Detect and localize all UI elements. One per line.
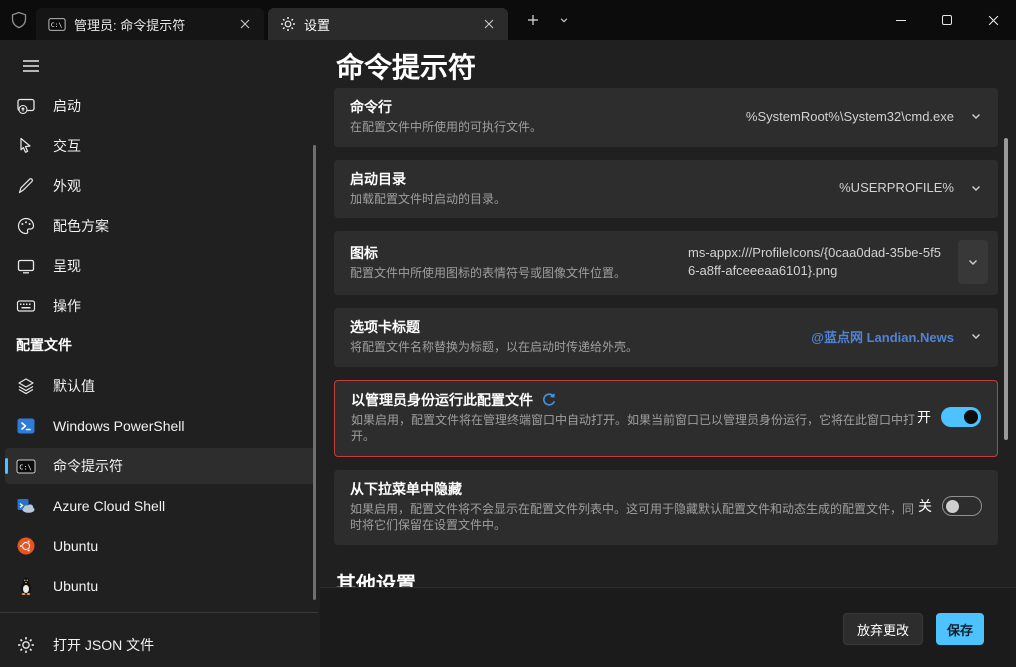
minimize-button[interactable] — [878, 0, 924, 40]
tab-dropdown-button[interactable] — [551, 0, 577, 40]
chevron-down-icon — [559, 15, 569, 25]
chevron-down-icon[interactable] — [970, 182, 982, 194]
page-title: 命令提示符 — [336, 46, 476, 86]
sidebar-item-actions[interactable]: 操作 — [5, 288, 315, 324]
gear-icon — [16, 636, 36, 654]
content-scrollbar[interactable] — [1004, 138, 1008, 440]
close-window-button[interactable] — [970, 0, 1016, 40]
starting-directory-value: %USERPROFILE% — [839, 180, 954, 195]
undo-reset-icon[interactable] — [541, 392, 556, 407]
tab-settings[interactable]: 设置 — [268, 8, 508, 40]
setting-row-command-line[interactable]: 命令行 在配置文件中所使用的可执行文件。 %SystemRoot%\System… — [334, 88, 998, 147]
cursor-icon — [16, 136, 36, 156]
new-tab-button[interactable] — [518, 0, 548, 40]
sidebar-item-windows-powershell[interactable]: Windows PowerShell — [5, 408, 315, 444]
powershell-icon — [16, 416, 36, 436]
settings-content: 命令提示符 命令行 在配置文件中所使用的可执行文件。 %SystemRoot%\… — [320, 40, 1016, 587]
tab-title-value: @蓝点网 Landian.News — [811, 327, 954, 346]
hide-from-dropdown-toggle[interactable] — [942, 496, 982, 516]
sidebar-item-color-schemes[interactable]: 配色方案 — [5, 208, 315, 244]
monitor-icon — [16, 256, 36, 276]
chevron-down-icon[interactable] — [970, 110, 982, 122]
sidebar-item-command-prompt[interactable]: C:\ 命令提示符 — [5, 448, 315, 484]
admin-shield-icon — [10, 11, 28, 34]
svg-text:C:\: C:\ — [19, 463, 32, 471]
setting-row-tab-title[interactable]: 选项卡标题 将配置文件名称替换为标题，以在启动时传递给外壳。 @蓝点网 Land… — [334, 308, 998, 367]
tab-label: 设置 — [304, 15, 330, 34]
svg-text:C:\: C:\ — [51, 22, 63, 29]
maximize-icon — [942, 15, 952, 25]
cmd-icon: C:\ — [48, 17, 66, 32]
minimize-icon — [896, 20, 906, 21]
setting-row-starting-directory[interactable]: 启动目录 加载配置文件时启动的目录。 %USERPROFILE% — [334, 160, 998, 219]
icon-path-value: ms-appx:///ProfileIcons/{0caa0dad-35be-5… — [688, 244, 946, 280]
toggle-state-label: 关 — [918, 496, 932, 516]
sidebar-item-ubuntu-tux[interactable]: Ubuntu — [5, 568, 315, 604]
setting-row-run-as-admin[interactable]: 以管理员身份运行此配置文件 如果启用，配置文件将在管理终端窗口中自动打开。如果当… — [334, 380, 998, 457]
gear-icon — [280, 16, 296, 32]
chevron-down-icon — [967, 256, 979, 268]
pen-icon — [16, 176, 36, 196]
maximize-button[interactable] — [924, 0, 970, 40]
toggle-knob — [964, 410, 978, 424]
sidebar-item-defaults[interactable]: 默认值 — [5, 368, 315, 404]
sidebar-item-startup[interactable]: 启动 — [5, 88, 315, 124]
close-icon — [988, 15, 999, 26]
setting-row-icon[interactable]: 图标 配置文件中所使用图标的表情符号或图像文件位置。 ms-appx:///Pr… — [334, 231, 998, 295]
sidebar-item-interaction[interactable]: 交互 — [5, 128, 315, 164]
sidebar-item-azure-cloud-shell[interactable]: Azure Cloud Shell — [5, 488, 315, 524]
chevron-down-icon[interactable] — [970, 330, 982, 342]
titlebar: C:\ 管理员: 命令提示符 设置 — [0, 0, 1016, 40]
profiles-section-header: 配置文件 — [16, 335, 72, 355]
icon-combobox-button[interactable] — [958, 240, 988, 284]
launch-icon — [16, 96, 36, 116]
plus-icon — [527, 14, 539, 26]
sidebar-item-ubuntu[interactable]: Ubuntu — [5, 528, 315, 564]
close-tab-icon[interactable] — [236, 15, 254, 33]
hamburger-icon — [22, 59, 40, 73]
ubuntu-icon — [16, 536, 36, 556]
azure-cloud-icon — [16, 496, 36, 516]
sidebar-scrollbar[interactable] — [313, 145, 316, 600]
palette-icon — [16, 216, 36, 236]
layers-icon — [16, 376, 36, 396]
toggle-knob — [946, 500, 959, 513]
sidebar-divider — [0, 612, 318, 613]
sidebar-item-appearance[interactable]: 外观 — [5, 168, 315, 204]
hamburger-menu-button[interactable] — [14, 52, 48, 80]
open-json-file-button[interactable]: 打开 JSON 文件 — [5, 626, 315, 664]
save-button[interactable]: 保存 — [936, 613, 984, 645]
sidebar-item-rendering[interactable]: 呈现 — [5, 248, 315, 284]
toggle-state-label: 开 — [917, 407, 931, 427]
close-tab-icon[interactable] — [480, 15, 498, 33]
discard-changes-button[interactable]: 放弃更改 — [843, 613, 923, 645]
keyboard-icon — [16, 296, 36, 316]
sidebar: 启动 交互 外观 配色方案 呈现 操作 配置文件 默认值 — [0, 40, 320, 667]
command-line-value: %SystemRoot%\System32\cmd.exe — [746, 109, 954, 124]
tab-command-prompt[interactable]: C:\ 管理员: 命令提示符 — [36, 8, 264, 40]
cmd-icon: C:\ — [16, 458, 36, 475]
setting-row-hide-from-dropdown[interactable]: 从下拉菜单中隐藏 如果启用，配置文件将不会显示在配置文件列表中。这可用于隐藏默认… — [334, 470, 998, 545]
footer-bar: 放弃更改 保存 — [320, 587, 1016, 667]
run-as-admin-toggle[interactable] — [941, 407, 981, 427]
tux-icon — [16, 576, 36, 596]
tab-label: 管理员: 命令提示符 — [74, 15, 185, 34]
